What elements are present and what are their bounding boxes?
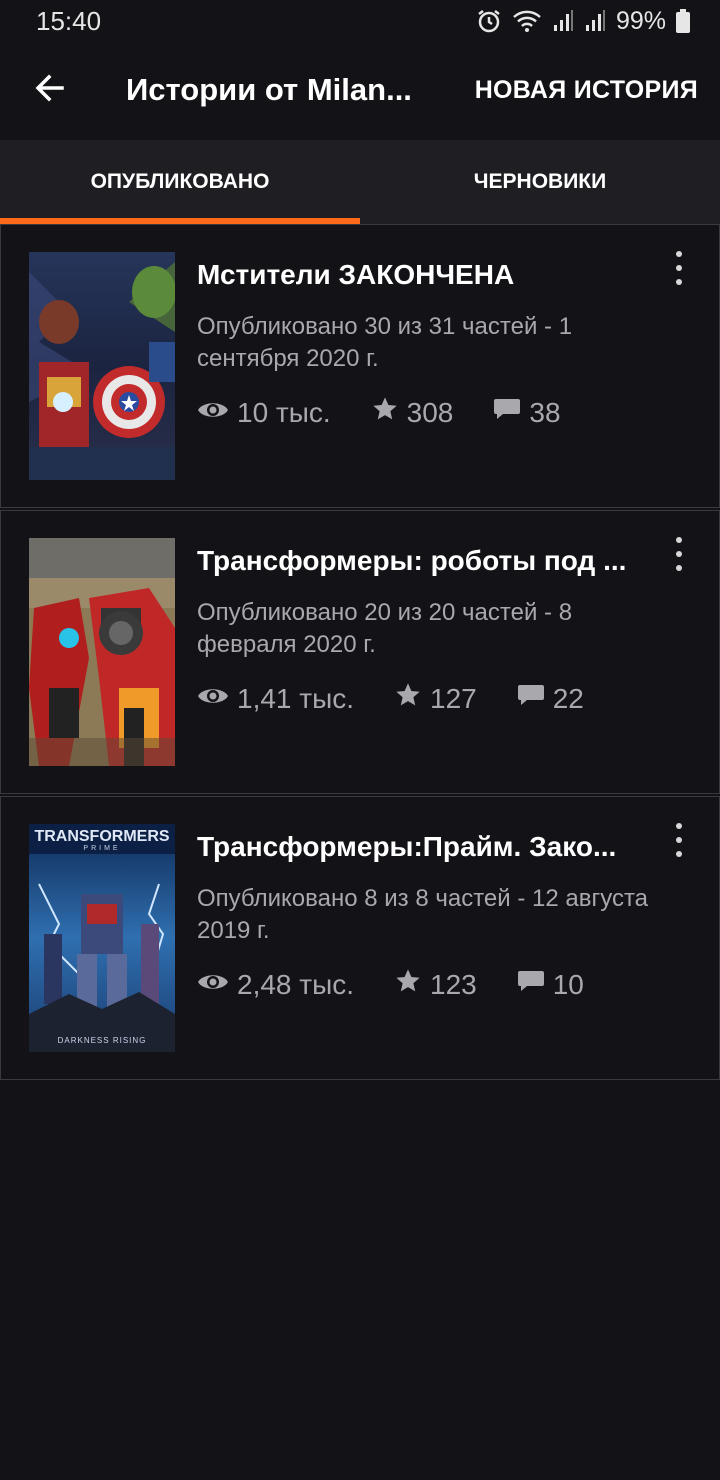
story-item[interactable]: TRANSFORMERS PRIME DARKNESS RISING Транс…: [0, 796, 720, 1080]
story-list: Мстители ЗАКОНЧЕНА Опубликовано 30 из 31…: [0, 224, 720, 1080]
comments-stat: 10: [517, 968, 584, 1001]
tab-label: ЧЕРНОВИКИ: [473, 170, 607, 193]
votes-stat: 127: [394, 681, 477, 716]
comments-count: 10: [552, 968, 584, 1000]
star-icon: [394, 967, 422, 1002]
battery-percent: 99%: [615, 6, 666, 35]
star-icon: [371, 395, 399, 430]
dot: [676, 551, 682, 557]
story-title[interactable]: Мстители ЗАКОНЧЕНА: [197, 259, 652, 291]
votes-stat: 308: [371, 395, 454, 430]
eye-icon: [197, 969, 229, 1001]
views-count: 10 тыс.: [237, 396, 331, 428]
views-stat: 2,48 тыс.: [197, 969, 354, 1001]
comments-stat: 38: [493, 396, 561, 429]
comments-count: 38: [529, 396, 561, 428]
arrow-left-icon: [34, 72, 66, 109]
signal-icon: [584, 9, 606, 33]
story-meta: Опубликовано 8 из 8 частей - 12 августа …: [197, 885, 649, 944]
votes-count: 127: [430, 682, 477, 714]
story-meta: Опубликовано 30 из 31 частей - 1 сентябр…: [197, 313, 573, 372]
battery-icon: [676, 9, 690, 33]
dot: [676, 565, 682, 571]
views-count: 2,48 тыс.: [237, 968, 355, 1000]
app-bar: Истории от Milan... НОВАЯ ИСТОРИЯ: [0, 44, 720, 140]
comment-icon: [493, 396, 521, 429]
comment-icon: [517, 968, 545, 1001]
status-icons: 99%: [476, 6, 690, 36]
alarm-icon: [476, 8, 502, 34]
story-cover-image[interactable]: [29, 252, 175, 480]
dot: [676, 279, 682, 285]
views-stat: 10 тыс.: [197, 397, 331, 429]
tab-drafts[interactable]: ЧЕРНОВИКИ: [360, 140, 720, 224]
cover-text-bottom: DARKNESS RISING: [57, 1036, 147, 1045]
story-title[interactable]: Трансформеры:Прайм. Зако...: [197, 831, 652, 863]
comments-stat: 22: [517, 682, 584, 715]
votes-count: 123: [430, 968, 477, 1000]
comments-count: 22: [552, 682, 584, 714]
eye-icon: [197, 683, 229, 715]
story-stats: 2,48 тыс. 123 10: [197, 967, 624, 1002]
more-options-button[interactable]: [667, 251, 691, 285]
wifi-icon: [512, 9, 542, 33]
votes-stat: 123: [394, 967, 477, 1002]
story-cover-image[interactable]: TRANSFORMERS PRIME DARKNESS RISING: [29, 824, 175, 1052]
dot: [676, 265, 682, 271]
story-cover-image[interactable]: [29, 538, 175, 766]
dot: [676, 851, 682, 857]
dot: [676, 837, 682, 843]
tab-bar: ОПУБЛИКОВАНО ЧЕРНОВИКИ: [0, 140, 720, 224]
story-item[interactable]: Трансформеры: роботы под ... Опубликован…: [0, 510, 720, 794]
story-title[interactable]: Трансформеры: роботы под ...: [197, 545, 652, 577]
more-options-button[interactable]: [667, 537, 691, 571]
story-stats: 1,41 тыс. 127 22: [197, 681, 624, 716]
page-title: Истории от Milan...: [126, 72, 412, 107]
dot: [676, 537, 682, 543]
more-options-button[interactable]: [667, 823, 691, 857]
status-time: 15:40: [36, 6, 102, 36]
dot: [676, 251, 682, 257]
votes-count: 308: [406, 396, 454, 428]
star-icon: [394, 681, 422, 716]
story-stats: 10 тыс. 308 38: [197, 395, 601, 430]
back-button[interactable]: [26, 66, 74, 114]
story-meta: Опубликовано 20 из 20 частей - 8 февраля…: [197, 599, 573, 658]
status-bar: 15:40 99%: [0, 0, 720, 44]
new-story-button[interactable]: НОВАЯ ИСТОРИЯ: [475, 76, 698, 105]
views-stat: 1,41 тыс.: [197, 683, 354, 715]
eye-icon: [197, 397, 229, 429]
views-count: 1,41 тыс.: [237, 682, 355, 714]
signal-icon: [552, 9, 574, 33]
cover-text-top: TRANSFORMERS: [34, 828, 170, 845]
comment-icon: [517, 682, 545, 715]
tab-label: ОПУБЛИКОВАНО: [90, 170, 270, 193]
story-item[interactable]: Мстители ЗАКОНЧЕНА Опубликовано 30 из 31…: [0, 224, 720, 508]
dot: [676, 823, 682, 829]
tab-published[interactable]: ОПУБЛИКОВАНО: [0, 140, 360, 224]
cover-text-sub: PRIME: [83, 845, 121, 852]
